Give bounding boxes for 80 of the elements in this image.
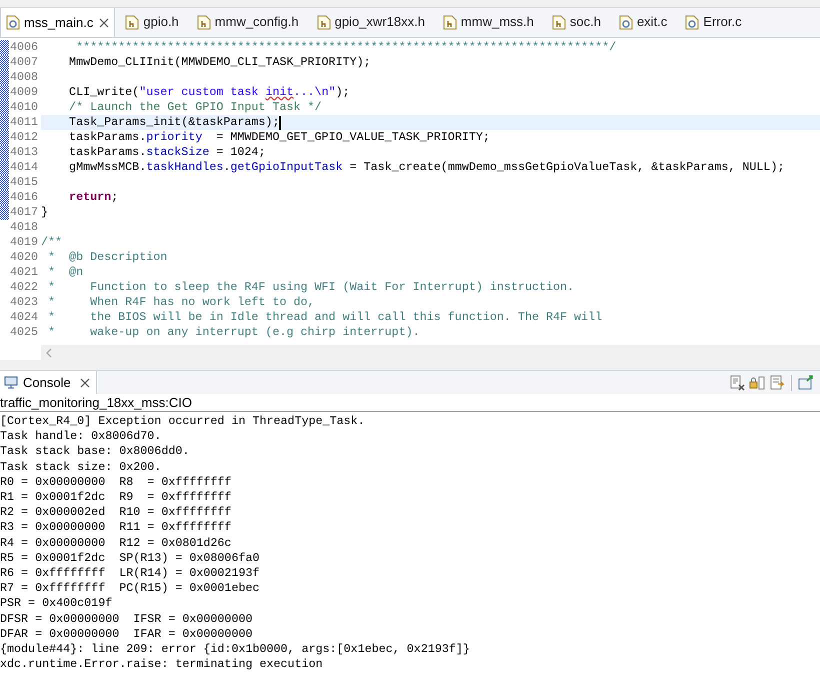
editor-tab[interactable]: mmw_config.h — [190, 8, 307, 37]
line-number: 4009 — [9, 85, 40, 100]
code-line: * When R4F has no work left to do, — [47, 295, 316, 310]
file-icon — [685, 14, 700, 30]
console-line: DFSR = 0x00000000 IFSR = 0x00000000 — [0, 612, 254, 627]
console-line: Task handle: 0x8006d70. — [0, 429, 162, 444]
scroll-lock-icon[interactable] — [749, 374, 765, 390]
line-number: 4023 — [9, 295, 40, 310]
console-line: [Cortex_R4_0] Exception occurred in ThreadType_Task. — [0, 414, 366, 430]
line-number: 4021 — [9, 265, 40, 280]
code-line: taskParams.stackSize = 1024; — [68, 145, 266, 160]
line-number: 4020 — [9, 250, 40, 265]
editor-tab[interactable]: mmw_mss.h — [436, 8, 542, 37]
line-number: 4024 — [9, 310, 40, 325]
file-icon — [125, 14, 140, 30]
code-line: /* Launch the Get GPIO Input Task */ — [68, 100, 323, 115]
code-line: * wake-up on any interrupt (e.g chirp interrupt). — [47, 325, 421, 340]
line-number: 4010 — [9, 100, 40, 115]
editor-tab[interactable]: gpio_xwr18xx.h — [310, 8, 433, 37]
console-tab[interactable]: Console — [0, 370, 97, 394]
line-number: 4013 — [9, 145, 40, 160]
line-number: 4022 — [9, 280, 40, 295]
editor-tab[interactable]: Error.c — [679, 8, 750, 37]
horizontal-scrollbar[interactable] — [41, 345, 820, 360]
console-line: R4 = 0x00000000 R12 = 0x0801d26c — [0, 536, 232, 551]
console-line: PSR = 0x400c019f — [0, 596, 114, 612]
word-wrap-icon[interactable] — [769, 374, 785, 390]
console-line: R0 = 0x00000000 R8 = 0xffffffff — [0, 474, 232, 490]
code-line: * the BIOS will be in Idle thread and will call this function. The R4F will — [47, 310, 604, 325]
file-icon — [552, 14, 566, 30]
code-line: return; — [68, 190, 120, 205]
code-line: ****************************************************************************/ — [75, 40, 618, 55]
code-line: * @n — [47, 265, 84, 280]
file-icon — [618, 14, 633, 30]
pin-console-icon[interactable] — [798, 374, 814, 390]
line-number: 4011 — [9, 115, 40, 130]
file-icon — [442, 14, 457, 30]
console-line: xdc.runtime.Error.raise: terminating execution — [0, 657, 324, 672]
code-line: } — [41, 205, 50, 220]
line-number: 4019 — [9, 235, 40, 250]
console-line: R7 = 0xffffffff PC(R15) = 0x0001ebec — [0, 581, 261, 596]
file-icon — [316, 14, 331, 30]
file-icon — [6, 15, 20, 30]
text-cursor — [279, 116, 281, 130]
line-number: 4007 — [9, 55, 40, 70]
file-icon — [196, 14, 211, 30]
monitor-icon — [4, 376, 18, 389]
console-line: R6 = 0xffffffff LR(R14) = 0x0002193f — [0, 566, 261, 582]
code-line: /** — [41, 235, 64, 250]
code-line: * @b Description — [47, 250, 168, 265]
line-number: 4015 — [9, 175, 40, 190]
console-line: {module#44}: line 209: error {id:0x1b0000, args:[0x1ebec, 0x2193f]} — [0, 642, 471, 658]
line-number: 4016 — [9, 190, 40, 205]
close-icon[interactable] — [99, 18, 110, 28]
line-number: 4012 — [9, 130, 40, 145]
console-line: R5 = 0x0001f2dc SP(R13) = 0x08006fa0 — [0, 550, 261, 566]
line-number: 4018 — [9, 220, 40, 235]
console-line: DFAR = 0x00000000 IFAR = 0x00000000 — [0, 626, 254, 642]
code-line: MmwDemo_CLIInit(MMWDEMO_CLI_TASK_PRIORITY); — [68, 55, 372, 70]
close-icon[interactable] — [80, 378, 90, 388]
line-number: 4008 — [9, 70, 40, 85]
line-number: 4025 — [9, 325, 40, 340]
editor-tab[interactable]: gpio.h — [119, 8, 187, 37]
console-line: R2 = 0x000002ed R10 = 0xffffffff — [0, 505, 232, 520]
editor-tab[interactable]: soc.h — [546, 8, 609, 37]
line-number: 4014 — [9, 160, 40, 175]
editor-tab[interactable]: exit.c — [612, 8, 676, 37]
line-number: 4017 — [9, 205, 40, 220]
clear-console-icon[interactable] — [729, 374, 745, 390]
editor-tab[interactable]: mss_main.c — [0, 8, 116, 37]
code-line: * Function to sleep the R4F using WFI (Wait For Interrupt) instruction. — [47, 280, 576, 295]
code-line: CLI_write("user custom task init...\n"); — [68, 85, 351, 100]
console-line: Task stack size: 0x200. — [0, 460, 162, 475]
console-line: R1 = 0x0001f2dc R9 = 0xffffffff — [0, 490, 232, 506]
console-title: traffic_monitoring_18xx_mss:CIO — [0, 394, 820, 412]
line-number: 4006 — [9, 40, 40, 55]
code-line: taskParams.priority = MMWDEMO_GET_GPIO_VALUE_TASK_PRIORITY; — [68, 130, 491, 145]
console-line: Task stack base: 0x8006dd0. — [0, 444, 190, 460]
code-line: gMmwMssMCB.taskHandles.getGpioInputTask = Task_create(mmwDemo_mssGetGpioValueTask, &taskParams, NULL); — [68, 160, 786, 175]
console-line: R3 = 0x00000000 R11 = 0xffffffff — [0, 520, 232, 536]
